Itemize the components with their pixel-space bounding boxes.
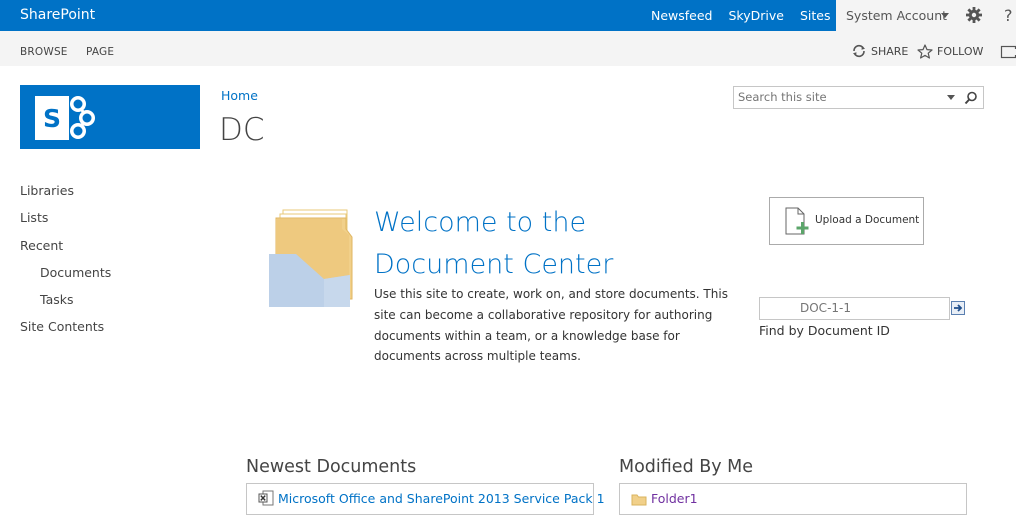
document-folder-icon xyxy=(266,207,356,313)
gear-icon[interactable] xyxy=(965,6,983,29)
modified-by-me-list: Folder1 xyxy=(619,483,967,515)
nav-item-libraries[interactable]: Libraries xyxy=(20,183,74,198)
sharepoint-brand-link[interactable]: SharePoint xyxy=(20,7,95,23)
newest-documents-title: Newest Documents xyxy=(246,457,417,477)
page-title: DC xyxy=(219,112,265,148)
document-id-box xyxy=(759,297,950,320)
upload-document-label: Upload a Document xyxy=(815,214,920,226)
folder-icon xyxy=(631,491,647,510)
newest-documents-list: Microsoft Office and SharePoint 2013 Ser… xyxy=(246,483,605,515)
nav-item-tasks[interactable]: Tasks xyxy=(40,292,74,307)
help-icon[interactable]: ? xyxy=(1004,6,1013,25)
upload-document-button[interactable]: Upload a Document xyxy=(769,197,924,245)
upload-document-icon xyxy=(784,207,812,241)
suite-link-skydrive[interactable]: SkyDrive xyxy=(721,8,792,23)
search-icon[interactable] xyxy=(964,90,978,109)
chevron-down-icon[interactable] xyxy=(941,13,949,18)
welcome-description: Use this site to create, work on, and st… xyxy=(374,287,728,364)
search-input[interactable] xyxy=(738,89,933,105)
nav-item-site-contents[interactable]: Site Contents xyxy=(20,319,104,334)
tab-page[interactable]: PAGE xyxy=(86,46,114,58)
breadcrumb-home-link[interactable]: Home xyxy=(221,88,258,103)
share-icon xyxy=(851,44,867,58)
follow-label: FOLLOW xyxy=(937,45,984,58)
nav-item-documents[interactable]: Documents xyxy=(40,265,111,280)
excel-file-icon xyxy=(258,490,274,510)
focus-on-content-icon[interactable] xyxy=(1000,44,1016,63)
star-icon xyxy=(917,44,933,59)
newest-document-link[interactable]: Microsoft Office and SharePoint 2013 Ser… xyxy=(278,491,605,506)
sharepoint-logo-icon: S xyxy=(35,96,95,140)
search-scope-chevron-icon[interactable] xyxy=(947,95,955,100)
tab-browse[interactable]: BROWSE xyxy=(20,46,68,58)
document-id-input[interactable] xyxy=(800,301,940,315)
share-label: SHARE xyxy=(871,44,909,58)
suite-links: Newsfeed SkyDrive Sites xyxy=(643,0,846,31)
find-by-document-id-label: Find by Document ID xyxy=(759,323,890,338)
share-button[interactable]: SHARE xyxy=(851,44,908,58)
account-menu[interactable]: System Account xyxy=(846,8,947,23)
nav-item-recent[interactable]: Recent xyxy=(20,238,63,253)
suite-link-sites[interactable]: Sites xyxy=(792,8,847,23)
modified-by-me-title: Modified By Me xyxy=(619,457,754,477)
follow-button[interactable]: FOLLOW xyxy=(917,44,983,59)
suite-link-newsfeed[interactable]: Newsfeed xyxy=(643,8,721,23)
nav-item-lists[interactable]: Lists xyxy=(20,210,48,225)
go-arrow-icon[interactable] xyxy=(951,300,965,319)
site-logo[interactable]: S xyxy=(20,85,200,149)
search-box xyxy=(733,86,984,109)
svg-text:S: S xyxy=(43,104,61,133)
modified-folder-link[interactable]: Folder1 xyxy=(651,491,698,506)
welcome-title: Welcome to the Document Center xyxy=(374,207,614,280)
